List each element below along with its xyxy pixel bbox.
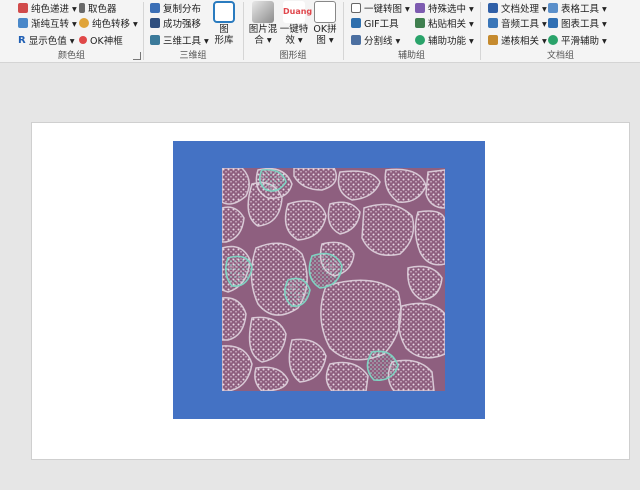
paint-bucket-icon [18,3,28,13]
color-value-icon: R [18,35,26,46]
shape-group-label: 图形组 [279,51,307,61]
chart-tool-button[interactable]: 图表工具 ▾ [548,16,607,30]
one-click-effect-button[interactable]: Duang 一键特 效 ▾ [279,1,312,46]
helper-group: 一键转图 ▾ GIF工具 分割线 ▾ 特殊选中 ▾ 粘贴相关 ▾ 辅助功能 ▾ … [344,0,479,62]
ok-frame-label: OK神框 [90,36,123,47]
divider-line-label: 分割线 ▾ [364,36,401,47]
copy-distribute-label: 复制分布 [163,4,202,15]
color-picker-button[interactable]: 取色器 [79,1,117,15]
helper-function-label: 辅助功能 ▾ [428,36,474,47]
eyedropper-icon [79,3,85,13]
chart-tool-label: 图表工具 ▾ [561,19,607,30]
audio-tool-button[interactable]: 音频工具 ▾ [488,16,547,30]
image-blend-label-line1: 图片混 [248,24,278,35]
gradient-swap-icon [18,18,28,28]
one-click-effect-label-line2: 效 ▾ [285,35,303,46]
color-transfer-icon [79,18,89,28]
3d-group-label: 三维组 [179,51,207,61]
ok-puzzle-icon [314,1,336,23]
gif-tool-button[interactable]: GIF工具 [351,16,399,30]
gradient-swap-button[interactable]: 渐纯互转 ▾ [18,16,77,30]
audio-tool-icon [488,18,498,28]
3d-tools-label: 三维工具 ▾ [163,36,209,47]
image-blend-button[interactable]: 图片混 合 ▾ [248,1,278,46]
one-click-effect-label-line1: 一键特 [279,24,309,35]
table-tool-icon [548,3,558,13]
gif-tool-label: GIF工具 [364,19,399,30]
document-process-label: 文档处理 ▾ [501,4,547,15]
divider-line-icon [351,35,361,45]
smooth-helper-icon [548,35,558,45]
ribbon-toolbar: 纯色递进 ▾ 渐纯互转 ▾ R 显示色值 ▾ 取色器 纯色转移 ▾ OK神框 颜… [0,0,640,63]
gradient-swap-label: 渐纯互转 ▾ [31,19,77,30]
show-color-value-label: 显示色值 ▾ [28,36,75,47]
special-select-icon [415,3,425,13]
special-select-button[interactable]: 特殊选中 ▾ [415,1,474,15]
review-icon [488,35,498,45]
paste-related-button[interactable]: 粘贴相关 ▾ [415,16,474,30]
ok-frame-icon [79,36,87,44]
image-blend-label-line2: 合 ▾ [254,35,272,46]
doc-group: 文档处理 ▾ 音频工具 ▾ 递核相关 ▾ 表格工具 ▾ 图表工具 ▾ 平滑辅助 … [481,0,640,62]
special-select-label: 特殊选中 ▾ [428,4,474,15]
helper-group-label: 辅助组 [397,51,425,61]
shape-library-label-line1: 图 [219,24,229,35]
smooth-helper-button[interactable]: 平滑辅助 ▾ [548,33,607,47]
review-related-button[interactable]: 递核相关 ▾ [488,33,547,47]
convert-image-label: 一键转图 ▾ [364,4,410,15]
duang-text: Duang [283,7,313,16]
helper-icon [415,35,425,45]
ok-frame-button[interactable]: OK神框 [79,33,123,47]
3d-tools-button[interactable]: 三维工具 ▾ [150,33,209,47]
copy-distribute-button[interactable]: 复制分布 [150,1,201,15]
ok-puzzle-button[interactable]: OK拼 图 ▾ [310,1,340,46]
shape-library-icon [213,1,235,23]
show-color-value-button[interactable]: R 显示色值 ▾ [18,33,75,47]
doc-group-label: 文档组 [546,51,574,61]
chart-tool-icon [548,18,558,28]
table-tool-label: 表格工具 ▾ [561,4,607,15]
one-click-effect-icon: Duang [283,1,312,23]
helper-function-button[interactable]: 辅助功能 ▾ [415,33,474,47]
3d-group: 复制分布 成功强移 三维工具 ▾ 图 形库 三维组 [144,0,242,62]
review-related-label: 递核相关 ▾ [501,36,547,47]
color-group-label: 颜色组 [57,51,85,61]
layer-move-label: 成功强移 [163,19,202,30]
dialog-launcher-icon[interactable] [133,52,141,60]
table-tool-button[interactable]: 表格工具 ▾ [548,1,607,15]
paste-related-label: 粘贴相关 ▾ [428,19,474,30]
copy-distribute-icon [150,3,160,13]
convert-image-icon [351,3,361,13]
paste-icon [415,18,425,28]
gif-tool-icon [351,18,361,28]
image-blend-icon [252,1,274,23]
divider-line-button[interactable]: 分割线 ▾ [351,33,400,47]
smooth-helper-label: 平滑辅助 ▾ [561,36,607,47]
ok-puzzle-label-line1: OK拼 [313,24,337,35]
color-transfer-button[interactable]: 纯色转移 ▾ [79,16,138,30]
shape-library-button[interactable]: 图 形库 [211,1,237,46]
shape-group: 图片混 合 ▾ Duang 一键特 效 ▾ OK拼 图 ▾ 图形组 [244,0,342,62]
color-transfer-label: 纯色转移 ▾ [92,19,138,30]
color-group: 纯色递进 ▾ 渐纯互转 ▾ R 显示色值 ▾ 取色器 纯色转移 ▾ OK神框 颜… [0,0,143,62]
cube-icon [150,35,160,45]
pure-color-progress-button[interactable]: 纯色递进 ▾ [18,1,77,15]
layer-move-button[interactable]: 成功强移 [150,16,201,30]
layer-move-icon [150,18,160,28]
shape-library-label-line2: 形库 [214,35,234,46]
pure-color-progress-label: 纯色递进 ▾ [31,4,77,15]
cell-texture-image[interactable] [222,168,445,391]
audio-tool-label: 音频工具 ▾ [501,19,547,30]
document-process-button[interactable]: 文档处理 ▾ [488,1,547,15]
color-picker-label: 取色器 [88,4,117,15]
convert-image-button[interactable]: 一键转图 ▾ [351,1,410,15]
document-process-icon [488,3,498,13]
ok-puzzle-label-line2: 图 ▾ [316,35,334,46]
